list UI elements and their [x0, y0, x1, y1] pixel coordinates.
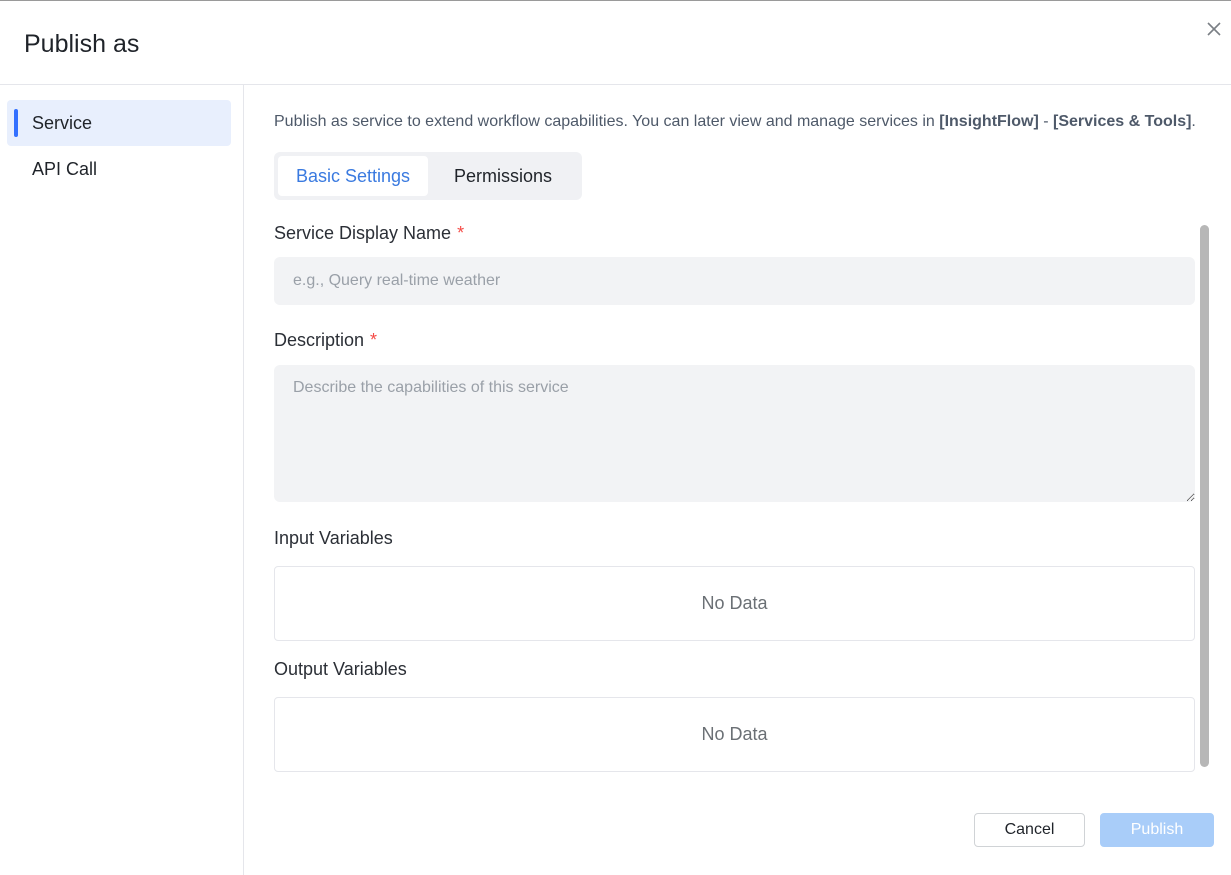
close-icon[interactable] [1205, 20, 1223, 38]
sidebar: Service API Call [0, 85, 244, 875]
empty-text: No Data [701, 593, 768, 613]
intro-separator: - [1038, 113, 1053, 130]
settings-tabs: Basic Settings Permissions [274, 152, 582, 200]
required-mark: * [370, 330, 378, 350]
cancel-button[interactable]: Cancel [974, 813, 1085, 847]
publish-dialog: Publish as Service API Call Publish as s… [0, 0, 1231, 875]
input-variables-empty: No Data [274, 566, 1195, 641]
services-tools-link: [Services & Tools] [1053, 113, 1192, 130]
service-display-name-input[interactable] [274, 257, 1195, 305]
required-mark: * [457, 223, 465, 243]
insightflow-link: [InsightFlow] [939, 113, 1039, 130]
empty-text: No Data [701, 724, 768, 744]
intro-prefix: Publish as service to extend workflow ca… [274, 113, 940, 130]
description-textarea[interactable] [274, 365, 1195, 502]
sidebar-item-label: API Call [32, 159, 98, 179]
scrollbar[interactable] [1200, 225, 1209, 767]
display-name-label-text: Service Display Name [274, 223, 452, 243]
output-variables-empty: No Data [274, 697, 1195, 772]
description-label-text: Description [274, 330, 365, 350]
input-variables-label: Input Variables [274, 528, 393, 548]
dialog-header: Publish as [0, 1, 1231, 85]
dialog-title: Publish as [24, 30, 140, 58]
tab-basic-settings[interactable]: Basic Settings [278, 156, 428, 196]
tab-permissions[interactable]: Permissions [428, 156, 578, 196]
intro-suffix: . [1191, 113, 1196, 130]
description-label: Description * [274, 329, 377, 351]
sidebar-item-api-call[interactable]: API Call [7, 146, 231, 192]
intro-text: Publish as service to extend workflow ca… [274, 112, 1196, 132]
output-variables-label: Output Variables [274, 659, 407, 679]
display-name-label: Service Display Name * [274, 222, 464, 244]
sidebar-item-label: Service [32, 113, 93, 133]
main-panel: Publish as service to extend workflow ca… [244, 85, 1231, 875]
publish-button[interactable]: Publish [1100, 813, 1214, 847]
sidebar-item-service[interactable]: Service [7, 100, 231, 146]
